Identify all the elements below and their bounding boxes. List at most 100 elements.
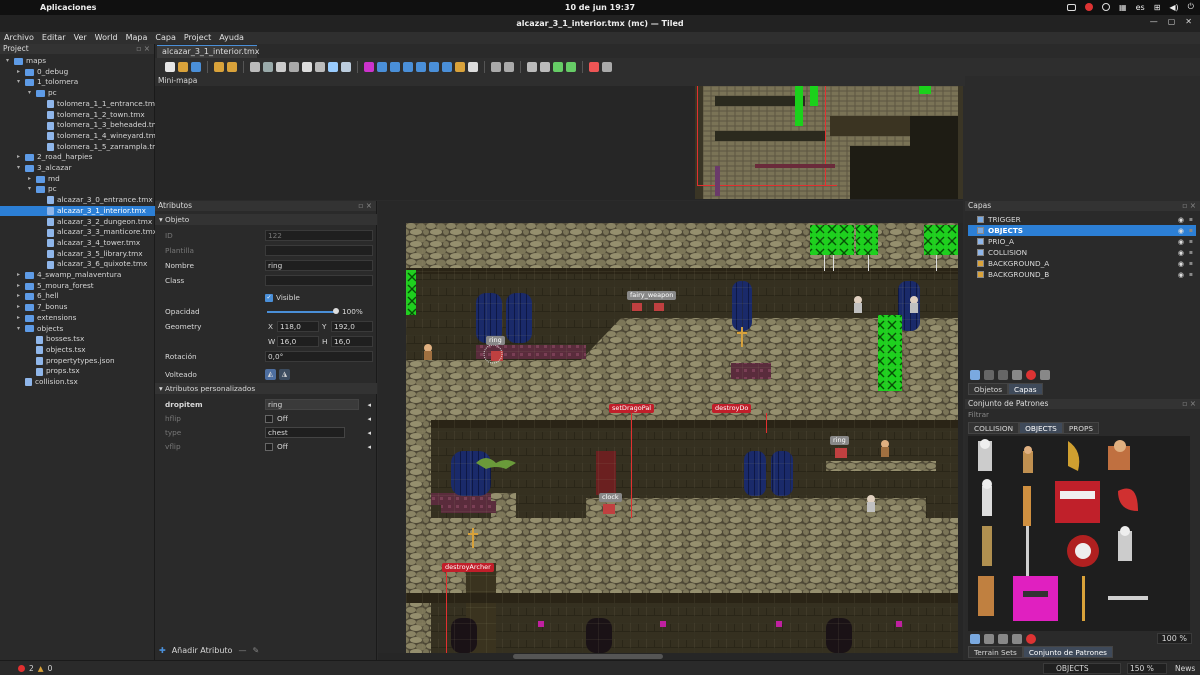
tileset-zoom[interactable]: 100 % bbox=[1156, 633, 1192, 644]
insert-template-icon[interactable] bbox=[455, 62, 465, 72]
volume-icon[interactable]: ◀) bbox=[1169, 3, 1178, 12]
fill-icon[interactable] bbox=[276, 62, 286, 72]
template-field[interactable] bbox=[265, 245, 373, 256]
lock-icon[interactable]: ▪ bbox=[1189, 249, 1193, 256]
tree-file[interactable]: alcazar_3_0_entrance.tmx bbox=[37, 195, 153, 206]
menu-archivo[interactable]: Archivo bbox=[4, 32, 34, 44]
flip-vertical-icon[interactable]: ◮ bbox=[279, 369, 290, 380]
redo-icon[interactable] bbox=[227, 62, 237, 72]
magic-wand-icon[interactable] bbox=[328, 62, 338, 72]
eraser-icon[interactable] bbox=[302, 62, 312, 72]
x-field[interactable]: 118,0 bbox=[277, 321, 319, 332]
chevron-down-icon[interactable]: ▾ bbox=[15, 324, 22, 335]
w-field[interactable]: 16,0 bbox=[277, 336, 319, 347]
maximize-icon[interactable]: ▢ bbox=[1168, 17, 1176, 26]
duplicate-layer-icon[interactable] bbox=[1012, 370, 1022, 380]
custom-attr-value[interactable]: chest bbox=[265, 427, 345, 438]
insert-polygon-icon[interactable] bbox=[429, 62, 439, 72]
opacity-value[interactable]: 100% bbox=[342, 307, 363, 316]
chevron-down-icon[interactable]: ▾ bbox=[15, 77, 22, 88]
custom-attr-value[interactable]: ring bbox=[265, 399, 359, 410]
group-custom[interactable]: ▾ Atributos personalizados bbox=[155, 383, 377, 394]
tree-file[interactable]: alcazar_3_2_dungeon.tmx bbox=[37, 217, 152, 228]
tree-file[interactable]: tolomera_1_4_wineyard.tmx bbox=[37, 131, 160, 142]
tree-folder[interactable]: ▾ pc bbox=[26, 184, 57, 195]
export-tileset-icon[interactable] bbox=[998, 633, 1008, 644]
chevron-right-icon[interactable]: ▸ bbox=[15, 313, 22, 324]
name-field[interactable]: ring bbox=[265, 260, 373, 271]
rename-icon[interactable]: ✎ bbox=[252, 646, 259, 655]
tree-folder[interactable]: ▸ 5_moura_forest bbox=[15, 281, 94, 292]
tree-file[interactable]: alcazar_3_5_library.tmx bbox=[37, 249, 143, 260]
system-clock[interactable]: 10 de jun 19:37 bbox=[0, 3, 1200, 12]
h-field[interactable]: 16,0 bbox=[331, 336, 373, 347]
layer-row[interactable]: PRIO_A ◉ ▪ bbox=[968, 236, 1196, 247]
chevron-right-icon[interactable]: ▸ bbox=[15, 152, 22, 163]
tree-folder[interactable]: ▾ pc bbox=[26, 88, 57, 99]
flip-v-icon[interactable] bbox=[540, 62, 550, 72]
panel-float-icon[interactable]: ▫ × bbox=[136, 44, 150, 54]
reset-icon[interactable]: ◂ bbox=[367, 415, 371, 423]
world-tool-icon[interactable] bbox=[491, 62, 501, 72]
tree-folder[interactable]: ▾ maps bbox=[4, 56, 46, 67]
tab-objects[interactable]: OBJECTS bbox=[1019, 422, 1063, 434]
tab-objetos[interactable]: Objetos bbox=[968, 383, 1009, 395]
tab-terrain-sets[interactable]: Terrain Sets bbox=[968, 646, 1023, 658]
tree-folder[interactable]: ▸ md bbox=[26, 174, 60, 185]
tree-file[interactable]: alcazar_3_3_manticore.tmx bbox=[37, 227, 157, 238]
layer-selector[interactable]: OBJECTS bbox=[1043, 663, 1121, 674]
save-icon[interactable] bbox=[191, 62, 201, 72]
chevron-down-icon[interactable]: ▾ bbox=[26, 88, 33, 99]
chevron-right-icon[interactable]: ▸ bbox=[15, 281, 22, 292]
map-label[interactable]: setDragoPal bbox=[609, 404, 655, 413]
tree-folder[interactable]: ▸ 4_swamp_malaventura bbox=[15, 270, 121, 281]
custom-attr-checkbox[interactable] bbox=[265, 442, 273, 451]
map-label[interactable]: ring bbox=[486, 336, 505, 345]
custom-attr-value[interactable]: Off bbox=[277, 414, 288, 423]
custom-attr-value[interactable]: Off bbox=[277, 442, 288, 451]
tree-file[interactable]: tolomera_1_2_town.tmx bbox=[37, 110, 145, 121]
flip-horizontal-icon[interactable]: ◭ bbox=[265, 369, 276, 380]
tree-file[interactable]: propertytypes.json bbox=[26, 356, 115, 367]
eye-icon[interactable]: ◉ bbox=[1178, 227, 1184, 235]
close-icon[interactable]: ✕ bbox=[1185, 17, 1192, 26]
stamp-icon[interactable] bbox=[250, 62, 260, 72]
map-canvas[interactable]: setDragoPal destroyDo destroyArcher ring… bbox=[406, 223, 962, 653]
zoom-selector[interactable]: 150 % bbox=[1127, 663, 1167, 674]
wang-fill-icon[interactable] bbox=[602, 62, 612, 72]
layer-row[interactable]: BACKGROUND_A ◉ ▪ bbox=[968, 258, 1196, 269]
edit-polygons-icon[interactable] bbox=[377, 62, 387, 72]
reset-icon[interactable]: ◂ bbox=[367, 443, 371, 451]
tree-file[interactable]: props.tsx bbox=[26, 366, 80, 377]
move-world-icon[interactable] bbox=[504, 62, 514, 72]
chevron-right-icon[interactable]: ▸ bbox=[26, 174, 33, 185]
tree-folder[interactable]: ▾ objects bbox=[15, 324, 63, 335]
opacity-slider[interactable] bbox=[267, 311, 335, 313]
layer-row[interactable]: TRIGGER ◉ ▪ bbox=[968, 214, 1196, 225]
reset-icon[interactable]: ◂ bbox=[367, 429, 371, 437]
rotate-right-icon[interactable] bbox=[566, 62, 576, 72]
tree-file[interactable]: alcazar_3_6_quixote.tmx bbox=[37, 259, 147, 270]
map-label[interactable]: ring bbox=[830, 436, 849, 445]
custom-attr-checkbox[interactable] bbox=[265, 414, 273, 423]
menu-ayuda[interactable]: Ayuda bbox=[219, 32, 244, 44]
map-label[interactable]: fairy_weapon bbox=[627, 291, 677, 300]
tree-folder[interactable]: ▸ 7_bonus bbox=[15, 302, 67, 313]
layer-row[interactable]: OBJECTS ◉ ▪ bbox=[968, 225, 1196, 236]
new-tileset-icon[interactable] bbox=[970, 633, 980, 644]
menu-editar[interactable]: Editar bbox=[42, 32, 66, 44]
minimize-icon[interactable]: — bbox=[1150, 17, 1158, 26]
tree-file[interactable]: collision.tsx bbox=[15, 377, 78, 388]
rect-select-icon[interactable] bbox=[315, 62, 325, 72]
lock-icon[interactable]: ▪ bbox=[1189, 271, 1193, 278]
chevron-down-icon[interactable]: ▾ bbox=[26, 184, 33, 195]
lower-layer-icon[interactable] bbox=[998, 370, 1008, 380]
opacity-slider-handle[interactable] bbox=[333, 308, 339, 314]
random-mode-icon[interactable] bbox=[589, 62, 599, 72]
menu-mapa[interactable]: Mapa bbox=[126, 32, 148, 44]
eye-icon[interactable]: ◉ bbox=[1178, 238, 1184, 246]
tree-file[interactable]: alcazar_3_4_tower.tmx bbox=[37, 238, 140, 249]
rotation-field[interactable]: 0,0° bbox=[265, 351, 373, 362]
group-objeto[interactable]: ▾ Objeto bbox=[155, 214, 377, 225]
menu-ver[interactable]: Ver bbox=[74, 32, 87, 44]
